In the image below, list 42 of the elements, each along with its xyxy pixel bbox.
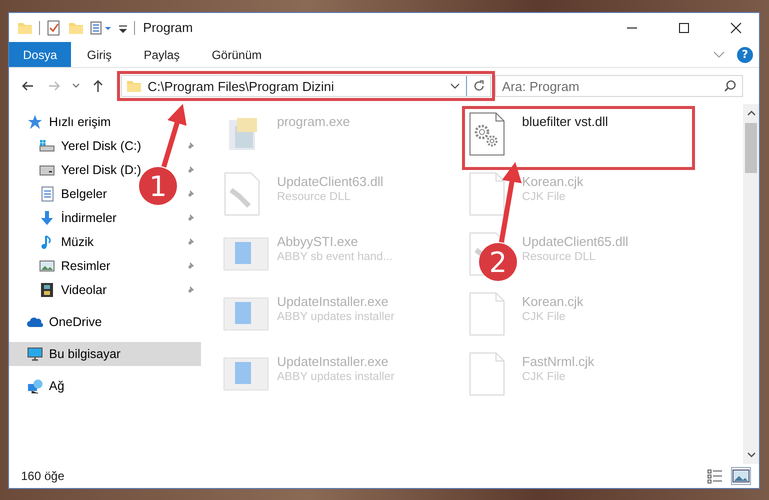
refresh-icon[interactable] bbox=[472, 80, 485, 92]
step-marker: 1 bbox=[139, 167, 177, 205]
window-title: Program bbox=[143, 20, 194, 35]
sidebar-item[interactable]: Müzik bbox=[9, 230, 201, 254]
search-icon[interactable] bbox=[724, 80, 736, 92]
ribbon-tab[interactable]: Dosya bbox=[9, 42, 72, 67]
search-field[interactable]: Ara: Program bbox=[495, 75, 744, 97]
sidebar-item[interactable]: OneDrive bbox=[9, 310, 201, 334]
step-marker: 2 bbox=[479, 243, 517, 281]
network-icon bbox=[27, 378, 43, 394]
customize-icon[interactable] bbox=[90, 20, 112, 36]
download-icon bbox=[39, 210, 55, 226]
ribbon-tab[interactable]: Görünüm bbox=[196, 42, 278, 67]
ribbon-tab[interactable]: Paylaş bbox=[128, 42, 196, 67]
scrollbar[interactable] bbox=[743, 104, 759, 464]
computer-icon bbox=[27, 346, 43, 362]
sidebar-item[interactable]: İndirmeler bbox=[9, 206, 201, 230]
sidebar-item[interactable]: Resimler bbox=[9, 254, 201, 278]
ribbon-tab[interactable]: Giriş bbox=[71, 42, 128, 67]
scroll-down-icon[interactable] bbox=[746, 452, 756, 458]
maximize-icon[interactable] bbox=[678, 22, 690, 34]
item-count: 160 öğe bbox=[21, 469, 66, 483]
properties-icon[interactable] bbox=[46, 20, 62, 36]
drive-icon bbox=[39, 138, 55, 154]
expand-ribbon-icon[interactable] bbox=[713, 50, 725, 58]
close-icon[interactable] bbox=[730, 22, 742, 34]
scroll-up-icon[interactable] bbox=[746, 110, 756, 116]
annotation-arrow bbox=[161, 104, 187, 168]
star-icon bbox=[27, 114, 43, 130]
sidebar-item[interactable]: Videolar bbox=[9, 278, 201, 302]
scroll-thumb[interactable] bbox=[745, 123, 757, 173]
document-icon bbox=[39, 186, 55, 202]
sidebar-item[interactable]: Bu bilgisayar bbox=[9, 342, 201, 366]
file-name[interactable]: bluefilter vst.dll bbox=[522, 114, 608, 129]
sidebar-item[interactable]: Yerel Disk (C:) bbox=[9, 134, 201, 158]
sidebar-item[interactable]: Ağ bbox=[9, 374, 201, 398]
help-button[interactable]: ? bbox=[737, 46, 753, 62]
sidebar-item[interactable]: Hızlı erişim bbox=[9, 110, 201, 134]
picture-icon bbox=[39, 258, 55, 274]
film-icon bbox=[39, 282, 55, 298]
dropdown-icon[interactable] bbox=[450, 82, 460, 90]
folder-icon bbox=[126, 78, 142, 94]
